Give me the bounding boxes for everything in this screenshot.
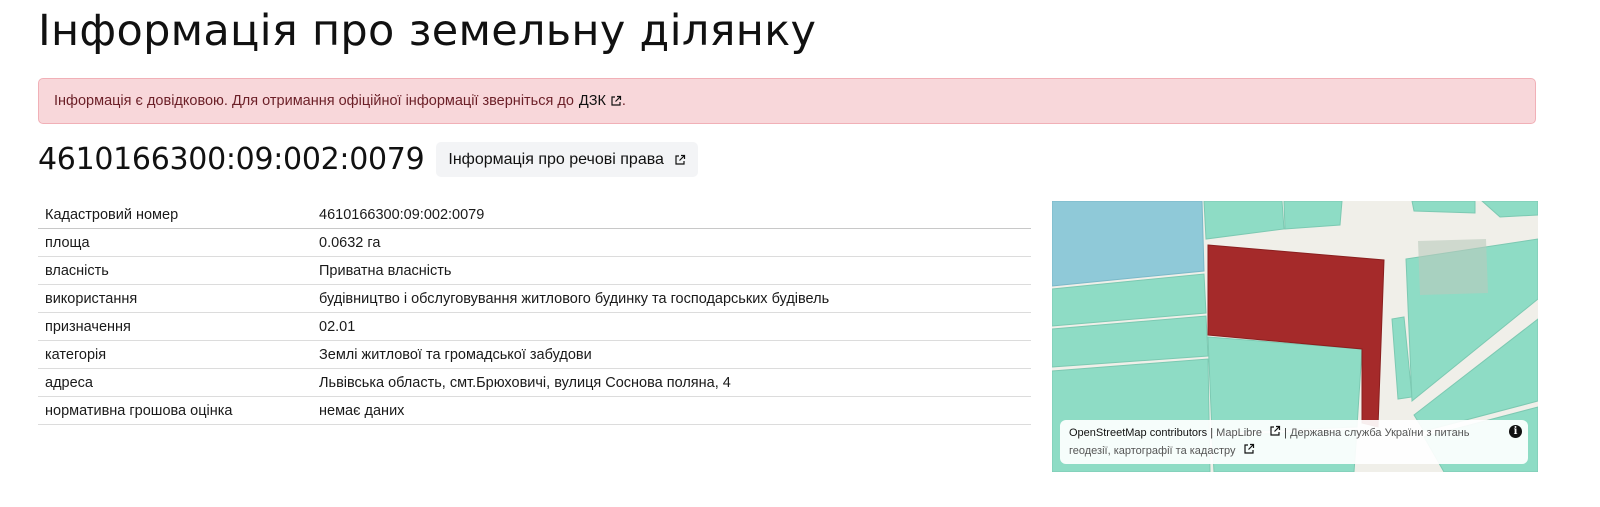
row-key: категорія (38, 340, 312, 369)
map-building (1418, 239, 1488, 295)
row-key: Кадастровий номер (38, 201, 312, 229)
property-rights-button[interactable]: Інформація про речові права (436, 142, 698, 177)
row-value: Приватна власність (312, 256, 1031, 285)
alert-text: Інформація є довідковою. Для отримання о… (54, 93, 574, 109)
row-value: будівництво і обслуговування житлового б… (312, 284, 1031, 313)
parcel-map[interactable]: OpenStreetMap contributors | MapLibre | … (1052, 201, 1538, 472)
table-row: адреса Львівська область, смт.Брюховичі, … (38, 368, 1031, 397)
row-value: Землі житлової та громадської забудови (312, 340, 1031, 369)
row-key: адреса (38, 368, 312, 397)
alert-suffix: . (621, 93, 626, 109)
table-row: власність Приватна власність (38, 256, 1031, 285)
row-value: немає даних (312, 396, 1031, 425)
dzk-link-label: ДЗК (578, 93, 606, 109)
parcel-header: 4610166300:09:002:0079 Інформація про ре… (38, 142, 698, 177)
row-key: власність (38, 256, 312, 285)
map-parcel (1411, 201, 1476, 214)
osm-attribution[interactable]: OpenStreetMap contributors (1069, 427, 1207, 439)
row-value: 02.01 (312, 312, 1031, 341)
dzk-link[interactable]: ДЗК (579, 93, 622, 109)
table-row: нормативна грошова оцінка немає даних (38, 396, 1031, 425)
cadastral-number-title: 4610166300:09:002:0079 (38, 142, 425, 177)
attribution-separator: | (1284, 427, 1288, 439)
external-link-icon (1270, 425, 1281, 436)
map-attribution: OpenStreetMap contributors | MapLibre | … (1060, 420, 1528, 464)
table-row: призначення 02.01 (38, 312, 1031, 341)
attribution-separator: | (1210, 427, 1214, 439)
info-alert: Інформація є довідковою. Для отримання о… (38, 78, 1536, 124)
external-link-icon (675, 154, 686, 165)
external-link-icon (1243, 443, 1254, 454)
row-key: нормативна грошова оцінка (38, 396, 312, 425)
map-parcel (1283, 201, 1343, 230)
row-key: площа (38, 228, 312, 257)
row-key: використання (38, 284, 312, 313)
page-title: Інформація про земельну ділянку (38, 6, 817, 56)
maplibre-link[interactable]: MapLibre (1216, 427, 1262, 439)
row-value: Львівська область, смт.Брюховичі, вулиця… (312, 368, 1031, 397)
water-area (1052, 201, 1205, 287)
parcel-info-table: Кадастровий номер 4610166300:09:002:0079 … (38, 201, 1031, 425)
row-value: 4610166300:09:002:0079 (312, 201, 1031, 229)
table-row: категорія Землі житлової та громадської з… (38, 340, 1031, 369)
table-row: Кадастровий номер 4610166300:09:002:0079 (38, 201, 1031, 229)
info-icon[interactable]: i (1509, 425, 1522, 438)
table-row: використання будівництво і обслуговування… (38, 284, 1031, 313)
map-parcel (1207, 336, 1363, 434)
row-key: призначення (38, 312, 312, 341)
table-row: площа 0.0632 га (38, 228, 1031, 257)
property-rights-button-label: Інформація про речові права (448, 150, 664, 168)
external-link-icon (611, 95, 622, 106)
row-value: 0.0632 га (312, 228, 1031, 257)
